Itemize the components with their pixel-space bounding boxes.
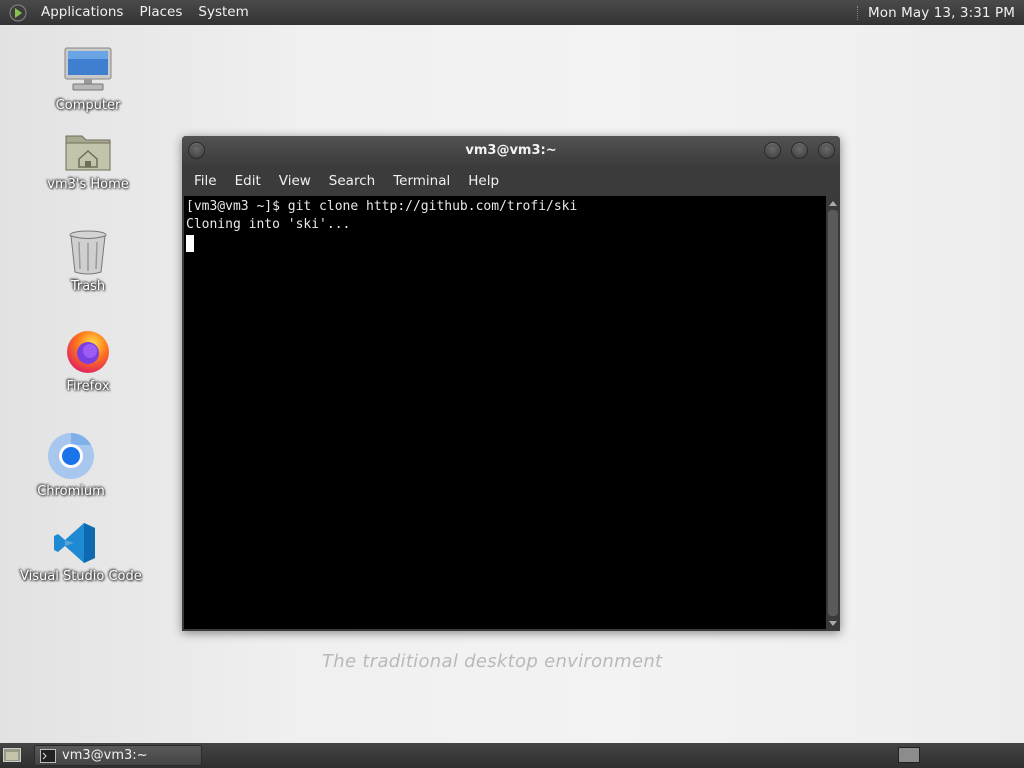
desktop-icon-vscode[interactable]: Visual Studio Code — [20, 520, 142, 584]
desktop-icon-label: Chromium — [37, 484, 105, 499]
clock[interactable]: Mon May 13, 3:31 PM — [868, 5, 1024, 21]
applications-logo-icon[interactable] — [9, 4, 27, 22]
menu-terminal[interactable]: Terminal — [384, 166, 459, 196]
menu-search[interactable]: Search — [320, 166, 384, 196]
top-panel: Applications Places System Mon May 13, 3… — [0, 0, 1024, 25]
terminal-output[interactable]: [vm3@vm3 ~]$ git clone http://github.com… — [184, 196, 826, 629]
terminal-cursor — [186, 235, 194, 252]
terminal-menubar: File Edit View Search Terminal Help — [182, 166, 840, 196]
terminal-scrollbar[interactable] — [826, 196, 840, 631]
terminal-icon — [40, 748, 56, 763]
window-titlebar[interactable]: vm3@vm3:~ — [182, 136, 840, 166]
trash-icon — [69, 230, 107, 275]
minimize-button[interactable] — [764, 142, 781, 159]
terminal-line: [vm3@vm3 ~]$ git clone http://github.com… — [186, 199, 578, 214]
terminal-window[interactable]: vm3@vm3:~ File Edit View Search Terminal… — [182, 136, 840, 631]
scroll-down-arrow-icon[interactable] — [829, 621, 837, 626]
desktop-icon-label: Visual Studio Code — [20, 569, 142, 584]
home-folder-icon — [65, 135, 111, 171]
menu-applications[interactable]: Applications — [33, 0, 131, 25]
taskbar-item-label: vm3@vm3:~ — [62, 748, 148, 763]
bottom-panel: vm3@vm3:~ — [0, 743, 1024, 768]
show-desktop-icon[interactable] — [3, 748, 21, 762]
vscode-icon — [54, 523, 95, 563]
desktop-icon-trash[interactable]: Trash — [33, 228, 143, 294]
menu-places[interactable]: Places — [131, 0, 190, 25]
terminal-cursor-line — [186, 234, 826, 252]
menu-system[interactable]: System — [190, 0, 256, 25]
window-title: vm3@vm3:~ — [465, 143, 557, 158]
chromium-icon — [48, 433, 94, 479]
desktop-icon-firefox[interactable]: Firefox — [33, 328, 143, 394]
menu-view[interactable]: View — [270, 166, 320, 196]
desktop-icon-label: Firefox — [66, 379, 110, 394]
desktop-icon-label: Trash — [70, 279, 106, 294]
menu-file[interactable]: File — [185, 166, 226, 196]
scrollbar-thumb[interactable] — [828, 210, 838, 616]
wallpaper-text: The traditional desktop environment — [322, 651, 663, 672]
computer-icon — [64, 47, 112, 91]
desktop-icon-home[interactable]: vm3's Home — [33, 128, 143, 192]
desktop-icon-label: Computer — [55, 98, 121, 113]
desktop-icon-label: vm3's Home — [47, 177, 129, 192]
taskbar-terminal-button[interactable]: vm3@vm3:~ — [34, 745, 202, 766]
panel-separator — [856, 5, 860, 20]
scroll-up-arrow-icon[interactable] — [829, 201, 837, 206]
terminal-line: Cloning into 'ski'... — [186, 217, 351, 232]
firefox-icon — [67, 331, 109, 373]
menu-help[interactable]: Help — [459, 166, 508, 196]
menu-edit[interactable]: Edit — [226, 166, 270, 196]
close-button[interactable] — [818, 142, 835, 159]
desktop-icon-computer[interactable]: Computer — [33, 45, 143, 113]
maximize-button[interactable] — [791, 142, 808, 159]
workspace-switcher[interactable] — [898, 747, 920, 763]
desktop-icon-chromium[interactable]: Chromium — [16, 431, 126, 499]
